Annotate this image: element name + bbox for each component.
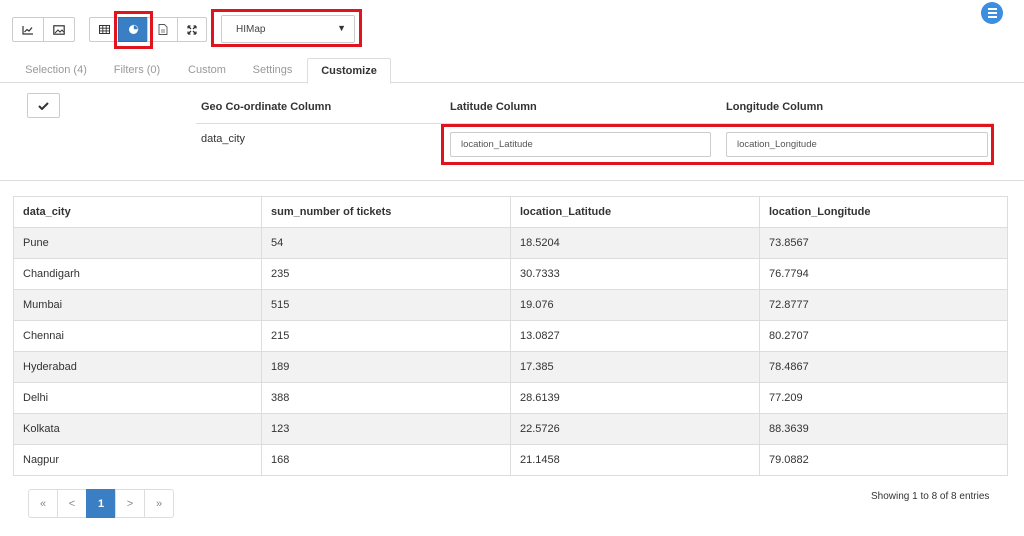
table-row: Pune 54 18.5204 73.8567: [13, 227, 1008, 259]
table-cell: 235: [261, 258, 511, 290]
line-chart-icon: [22, 25, 33, 35]
last-page-button[interactable]: »: [144, 489, 174, 518]
expand-icon: [187, 24, 197, 35]
table-cell: 18.5204: [510, 227, 760, 259]
image-button[interactable]: [43, 17, 75, 42]
table-cell: Mumbai: [13, 289, 262, 321]
table-cell: 19.076: [510, 289, 760, 321]
first-page-button[interactable]: «: [28, 489, 58, 518]
longitude-column-header: Longitude Column: [726, 101, 824, 113]
table-cell: Delhi: [13, 382, 262, 414]
table-cell: 17.385: [510, 351, 760, 383]
column-header[interactable]: location_Latitude: [510, 196, 760, 228]
table-cell: 77.209: [759, 382, 1008, 414]
pie-button-highlight: [114, 11, 153, 49]
data-table: data_city sum_number of tickets location…: [13, 196, 1008, 476]
page-1-button[interactable]: 1: [86, 489, 116, 518]
tab-customize[interactable]: Customize: [307, 58, 391, 84]
table-header-row: data_city sum_number of tickets location…: [13, 196, 1008, 228]
fullscreen-button[interactable]: [177, 17, 207, 42]
table-icon: [98, 25, 110, 34]
tab-custom[interactable]: Custom: [181, 58, 233, 83]
image-icon: [53, 24, 65, 35]
tab-bar: Selection (4) Filters (0) Custom Setting…: [0, 58, 1024, 84]
line-chart-button[interactable]: [12, 17, 44, 42]
document-icon: [158, 24, 167, 35]
table-cell: 76.7794: [759, 258, 1008, 290]
table-cell: 54: [261, 227, 511, 259]
next-page-button[interactable]: >: [115, 489, 145, 518]
select-highlight: [211, 9, 362, 47]
table-cell: Hyderabad: [13, 351, 262, 383]
hamburger-icon-line: [987, 12, 997, 14]
table-cell: Nagpur: [13, 444, 262, 476]
geo-column-value: data_city: [201, 133, 246, 145]
table-cell: Pune: [13, 227, 262, 259]
hamburger-icon-line: [987, 16, 997, 18]
table-cell: Kolkata: [13, 413, 262, 445]
table-row: Mumbai 515 19.076 72.8777: [13, 289, 1008, 321]
table-row: Nagpur 168 21.1458 79.0882: [13, 444, 1008, 476]
table-cell: Chandigarh: [13, 258, 262, 290]
table-cell: 515: [261, 289, 511, 321]
table-cell: 72.8777: [759, 289, 1008, 321]
geo-column-header: Geo Co-ordinate Column: [201, 101, 332, 113]
latitude-column-field[interactable]: location_Latitude: [450, 132, 711, 157]
table-cell: 78.4867: [759, 351, 1008, 383]
table-row: Delhi 388 28.6139 77.209: [13, 382, 1008, 414]
table-cell: 215: [261, 320, 511, 352]
menu-fab-button[interactable]: [981, 2, 1003, 24]
prev-page-button[interactable]: <: [57, 489, 87, 518]
hamburger-icon: [987, 8, 997, 10]
table-cell: 13.0827: [510, 320, 760, 352]
apply-button[interactable]: [27, 93, 60, 118]
config-divider: [196, 123, 994, 124]
table-cell: 73.8567: [759, 227, 1008, 259]
checkmark-icon: [38, 101, 49, 110]
table-cell: 189: [261, 351, 511, 383]
tab-selection[interactable]: Selection (4): [18, 58, 94, 83]
pagination: « < 1 > »: [28, 489, 174, 518]
table-cell: 88.3639: [759, 413, 1008, 445]
table-row: Hyderabad 189 17.385 78.4867: [13, 351, 1008, 383]
section-divider: [0, 180, 1024, 181]
table-cell: 79.0882: [759, 444, 1008, 476]
table-cell: 22.5726: [510, 413, 760, 445]
table-cell: 30.7333: [510, 258, 760, 290]
table-cell: 123: [261, 413, 511, 445]
table-cell: 80.2707: [759, 320, 1008, 352]
table-row: Chandigarh 235 30.7333 76.7794: [13, 258, 1008, 290]
latitude-column-header: Latitude Column: [450, 101, 537, 113]
table-cell: 28.6139: [510, 382, 760, 414]
table-cell: 388: [261, 382, 511, 414]
column-header[interactable]: data_city: [13, 196, 262, 228]
table-cell: 168: [261, 444, 511, 476]
table-row: Kolkata 123 22.5726 88.3639: [13, 413, 1008, 445]
table-cell: 21.1458: [510, 444, 760, 476]
tab-settings[interactable]: Settings: [245, 58, 300, 83]
column-header[interactable]: sum_number of tickets: [261, 196, 511, 228]
longitude-column-field[interactable]: location_Longitude: [726, 132, 988, 157]
table-cell: Chennai: [13, 320, 262, 352]
tab-filters[interactable]: Filters (0): [104, 58, 170, 83]
column-header[interactable]: location_Longitude: [759, 196, 1008, 228]
table-row: Chennai 215 13.0827 80.2707: [13, 320, 1008, 352]
entries-summary: Showing 1 to 8 of 8 entries: [871, 491, 990, 502]
